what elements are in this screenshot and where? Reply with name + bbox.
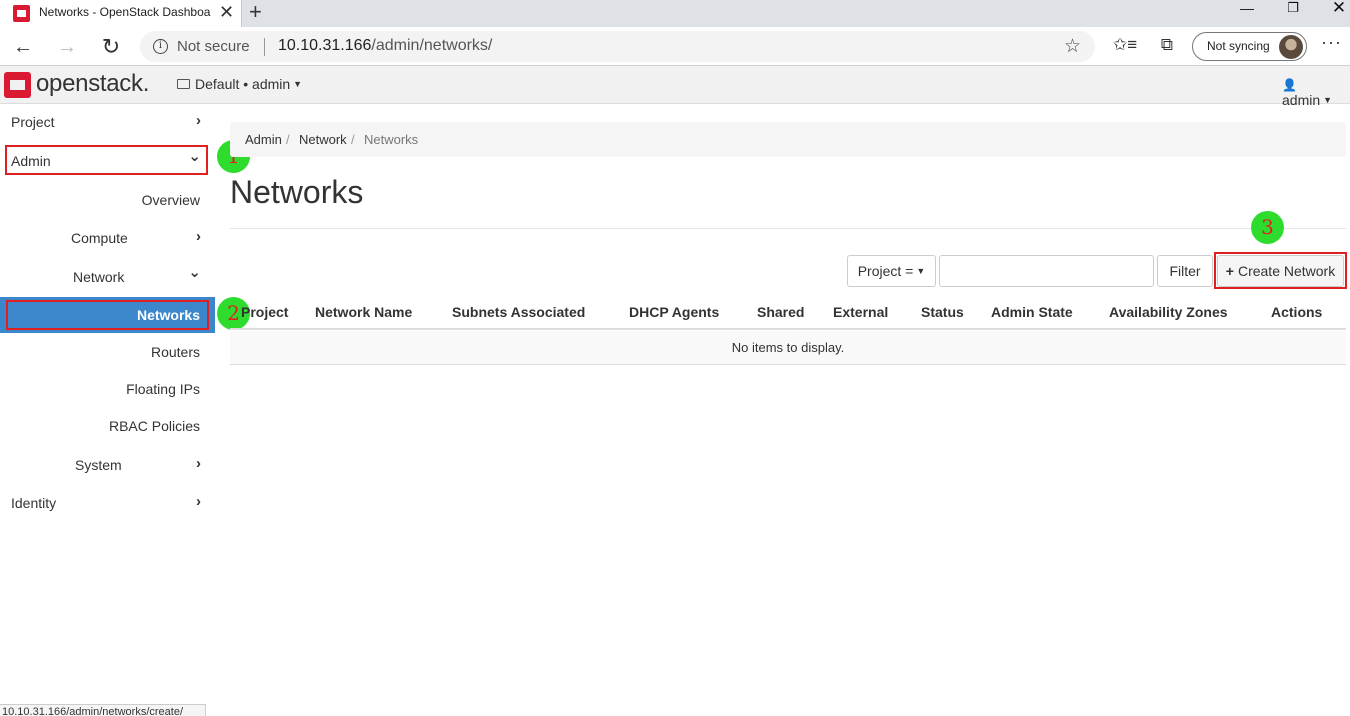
column-header-actions: Actions [1271,304,1323,320]
sidebar-item-label: Project [11,114,55,130]
reload-button[interactable]: ↻ [97,33,125,61]
chevron-down-icon: ⌄ [188,264,201,281]
url-path: /admin/networks/ [371,37,493,54]
column-header-dhcp-agents[interactable]: DHCP Agents [629,304,719,320]
browser-tab[interactable]: Networks - OpenStack Dashboard ✕ [0,0,242,27]
sidebar-item-label: Floating IPs [126,381,200,397]
table-row: No items to display. [230,331,1346,365]
highlight-box-create-network [1214,252,1347,289]
highlight-box-networks [6,300,209,330]
column-header-network-name[interactable]: Network Name [315,304,412,320]
caret-down-icon: ▼ [1323,95,1333,105]
sidebar-item-label: Routers [150,344,200,360]
filter-field-dropdown[interactable]: Project = ▼ [847,255,936,287]
breadcrumb: Admin / Network / Networks [230,122,1346,157]
caret-down-icon: ▼ [293,79,303,89]
filter-input[interactable] [939,255,1154,287]
close-window-button[interactable]: ✕ [1316,0,1350,27]
chevron-right-icon: › [196,228,201,245]
status-bar-url: 10.10.31.166/admin/networks/create/ [0,704,206,716]
browser-toolbar: ← → ↻ i Not secure 10.10.31.166/admin/ne… [0,27,1350,66]
column-header-admin-state[interactable]: Admin State [991,304,1073,320]
browser-tabstrip: Networks - OpenStack Dashboard ✕ + — ❐ ✕ [0,0,1350,27]
domain-project-label: Default • admin [195,76,291,92]
column-header-shared[interactable]: Shared [757,304,804,320]
breadcrumb-separator: / [286,132,290,147]
networks-table-header: Project Network Name Subnets Associated … [230,296,1346,330]
forward-button[interactable]: → [53,33,81,61]
filter-field-label: Project = [857,263,914,279]
sidebar-item-rbac-policies[interactable]: RBAC Policies [0,408,215,444]
sidebar-item-routers[interactable]: Routers [0,334,215,370]
sidebar-item-identity[interactable]: Identity › [0,485,215,521]
address-bar[interactable]: i Not secure 10.10.31.166/admin/networks… [140,31,1095,62]
sidebar-item-project[interactable]: Project › [0,104,215,140]
sidebar-item-system[interactable]: System › [0,447,215,483]
chevron-right-icon: › [196,112,201,129]
column-header-availability-zones[interactable]: Availability Zones [1109,304,1228,320]
openstack-favicon-icon [13,5,30,22]
sidebar-item-label: Compute [71,230,128,246]
info-icon[interactable]: i [153,39,168,54]
sidebar-item-compute[interactable]: Compute › [0,220,215,256]
chevron-right-icon: › [196,455,201,472]
column-header-status[interactable]: Status [921,304,964,320]
caret-down-icon: ▼ [916,266,926,276]
openstack-logo-icon[interactable] [4,72,31,98]
highlight-box-admin [5,145,208,175]
profile-sync-button[interactable]: Not syncing [1192,32,1307,61]
favorite-star-icon[interactable]: ☆ [1064,35,1081,58]
breadcrumb-admin[interactable]: Admin [245,132,282,147]
column-header-external[interactable]: External [833,304,888,320]
project-icon [177,79,190,89]
title-divider [230,228,1346,229]
sidebar-item-label: System [75,457,122,473]
sidebar-item-floating-ips[interactable]: Floating IPs [0,371,215,407]
chevron-right-icon: › [196,493,201,510]
openstack-logo-text[interactable]: openstack. [36,70,149,98]
more-menu-icon[interactable]: ··· [1321,32,1342,53]
sidebar-item-label: Overview [141,192,200,208]
breadcrumb-networks: Networks [364,132,419,147]
filter-button[interactable]: Filter [1157,255,1213,287]
breadcrumb-separator: / [351,132,355,147]
column-header-project[interactable]: Project [241,304,288,320]
back-button[interactable]: ← [9,33,37,61]
favorites-icon[interactable]: ✩≡ [1113,35,1137,55]
user-icon: 👤 [1282,78,1297,92]
sidebar-item-network[interactable]: Network ⌄ [0,259,215,295]
minimize-button[interactable]: — [1224,0,1270,27]
domain-project-selector[interactable]: Default • admin ▼ [177,76,302,92]
page-title: Networks [230,174,364,210]
sidebar-item-label: RBAC Policies [108,418,200,434]
sidebar: Project › Admin ⌄ Overview Compute › Net… [0,104,215,716]
sidebar-item-label: Identity [11,495,57,511]
sidebar-item-overview[interactable]: Overview [0,182,215,218]
sync-status: Not syncing [1207,39,1270,53]
user-menu[interactable]: 👤admin ▼ [1282,76,1350,108]
empty-message: No items to display. [731,340,845,355]
address-divider [264,38,265,56]
url-text[interactable]: 10.10.31.166/admin/networks/ [278,37,492,55]
tab-close-icon[interactable]: ✕ [219,3,235,21]
tab-title: Networks - OpenStack Dashboard [39,5,211,19]
url-host: 10.10.31.166 [278,37,372,54]
step-marker-3: 3 [1251,211,1284,244]
collections-icon[interactable]: ⧉ [1156,35,1178,55]
profile-avatar [1279,35,1303,59]
openstack-header: openstack. Default • admin ▼ 👤admin ▼ [0,66,1350,108]
maximize-button[interactable]: ❐ [1270,0,1316,27]
column-header-subnets[interactable]: Subnets Associated [452,304,585,320]
breadcrumb-network[interactable]: Network [299,132,347,147]
security-label[interactable]: Not secure [177,38,250,55]
sidebar-item-label: Network [73,269,125,285]
new-tab-button[interactable]: + [249,1,269,23]
user-name: admin [1282,92,1321,108]
